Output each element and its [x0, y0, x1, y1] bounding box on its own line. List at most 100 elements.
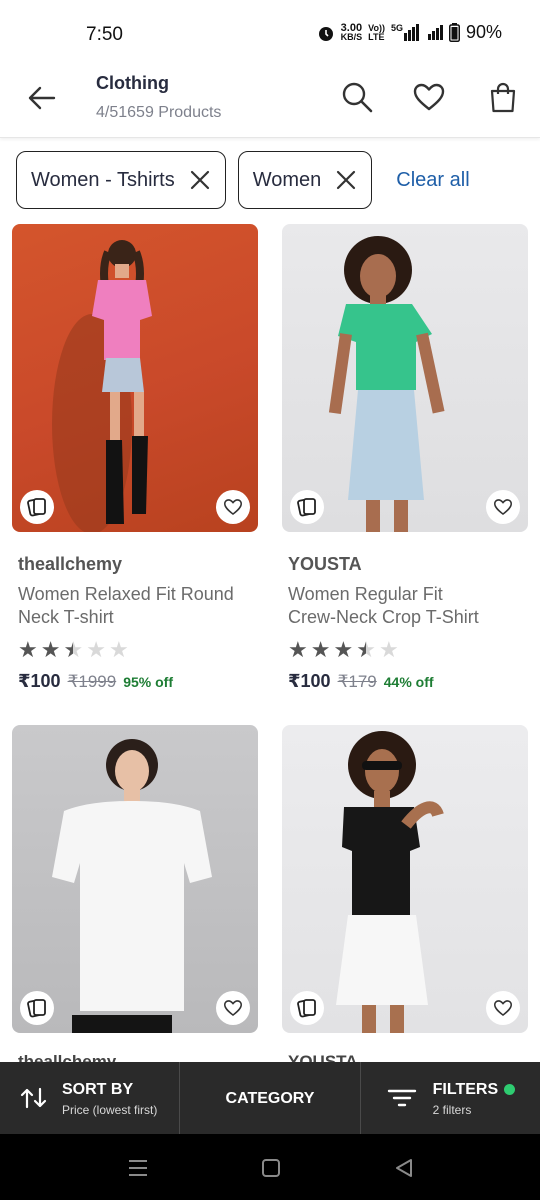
similar-products-button[interactable] — [20, 991, 54, 1025]
status-icons: 3.00 KB/S Vo)) LTE 5G 90% — [317, 22, 502, 43]
clear-all-link[interactable]: Clear all — [396, 169, 469, 192]
star-icon: ★ — [378, 637, 399, 662]
add-to-wishlist-button[interactable] — [486, 991, 520, 1025]
volte-indicator: Vo)) LTE — [368, 23, 385, 42]
similar-cards-icon — [297, 498, 316, 517]
product-image[interactable] — [282, 224, 528, 532]
category-label: CATEGORY — [225, 1090, 315, 1107]
product-photo — [328, 236, 445, 532]
similar-cards-icon — [297, 999, 316, 1018]
speed-unit: KB/S — [340, 31, 363, 42]
status-time: 7:50 — [86, 24, 123, 45]
product-name: Women Regular Fit Crew-Neck Crop T-Shirt — [288, 583, 528, 629]
applied-filters: Women - Tshirts Women Clear all — [16, 150, 540, 210]
sort-filter-bar: SORT BY Price (lowest first) CATEGORY FI… — [0, 1062, 540, 1134]
recents-button[interactable] — [127, 1158, 149, 1183]
original-price: ₹1999 — [67, 672, 117, 691]
network-type: 5G — [390, 23, 403, 33]
sort-title: SORT BY — [62, 1081, 134, 1098]
price-row: ₹100 ₹1999 95% off — [18, 671, 258, 692]
square-icon — [262, 1159, 280, 1177]
similar-products-button[interactable] — [290, 490, 324, 524]
alarm-icon — [318, 26, 333, 41]
star-icon: ★ — [108, 637, 129, 662]
product-rating: ★ ★ ★ ★ ★ — [18, 639, 258, 661]
selling-price: ₹100 — [18, 671, 61, 691]
product-name-line: Women Regular Fit — [288, 584, 443, 604]
filters-title: FILTERS — [432, 1081, 499, 1098]
product-name: Women Relaxed Fit Round Neck T-shirt — [18, 583, 258, 629]
home-button[interactable] — [261, 1158, 281, 1183]
similar-products-button[interactable] — [20, 490, 54, 524]
product-photo — [52, 240, 152, 532]
product-photo — [336, 731, 444, 1033]
product-image[interactable] — [12, 224, 258, 532]
add-to-wishlist-button[interactable] — [486, 490, 520, 524]
battery-icon — [448, 23, 460, 42]
wishlist-heart-icon — [493, 1000, 513, 1017]
selling-price: ₹100 — [288, 671, 331, 691]
volte-bottom: LTE — [368, 31, 385, 42]
add-to-wishlist-button[interactable] — [216, 991, 250, 1025]
product-card[interactable] — [282, 725, 528, 1033]
product-photo — [52, 739, 212, 1033]
sort-arrows-icon — [20, 1087, 47, 1109]
wishlist-heart-icon — [223, 499, 243, 516]
chip-label: Women — [252, 168, 322, 191]
menu-lines-icon — [129, 1160, 147, 1176]
similar-cards-icon — [27, 498, 46, 517]
similar-cards-icon — [27, 999, 46, 1018]
star-icon: ★ — [288, 637, 308, 662]
triangle-back-icon — [396, 1159, 412, 1177]
category-button[interactable]: CATEGORY — [180, 1062, 361, 1134]
filter-chip-women-tshirts[interactable]: Women - Tshirts — [16, 151, 226, 209]
product-card[interactable] — [12, 725, 258, 1033]
page-title: Clothing — [96, 73, 169, 93]
bag-button[interactable] — [486, 80, 520, 114]
star-icon: ★ — [86, 637, 106, 662]
star-icon: ★ — [63, 637, 84, 662]
filter-lines-icon — [387, 1089, 416, 1107]
product-name-line: Neck T-shirt — [18, 607, 114, 627]
battery-level: 90% — [465, 22, 502, 42]
product-brand: theallchemy — [18, 554, 123, 574]
product-name-line: Crew-Neck Crop T-Shirt — [288, 607, 479, 627]
star-icon: ★ — [18, 637, 38, 662]
product-count: 4/51659 Products — [96, 104, 222, 121]
back-nav-button[interactable] — [394, 1157, 414, 1184]
filter-active-dot — [503, 1084, 515, 1095]
signal-icon — [427, 25, 443, 40]
back-button[interactable] — [24, 80, 60, 116]
filters-button[interactable]: FILTERS 2 filters — [361, 1062, 540, 1134]
filters-count: 2 filters — [432, 1103, 472, 1117]
product-rating: ★ ★ ★ ★ ★ — [288, 639, 528, 661]
product-card[interactable]: theallchemy Women Relaxed Fit Round Neck… — [12, 224, 258, 692]
close-icon[interactable] — [335, 169, 357, 191]
back-arrow-icon — [28, 86, 56, 110]
status-bar: 7:50 3.00 KB/S Vo)) LTE 5G 90% — [0, 0, 540, 64]
product-image[interactable] — [12, 725, 258, 1033]
star-icon: ★ — [310, 637, 331, 662]
product-image[interactable] — [282, 725, 528, 1033]
star-icon: ★ — [40, 637, 61, 662]
shopping-bag-icon — [490, 82, 516, 113]
wishlist-button[interactable] — [412, 80, 446, 114]
close-icon[interactable] — [189, 169, 211, 191]
product-brand: YOUSTA — [288, 554, 362, 574]
star-icon: ★ — [333, 637, 354, 662]
add-to-wishlist-button[interactable] — [216, 490, 250, 524]
wishlist-heart-icon — [223, 1000, 243, 1017]
product-name-line: Women Relaxed Fit Round — [18, 584, 234, 604]
product-card[interactable]: YOUSTA Women Regular Fit Crew-Neck Crop … — [282, 224, 528, 692]
app-header: Clothing 4/51659 Products — [0, 64, 540, 138]
discount-label: 95% off — [123, 674, 173, 690]
sort-selected: Price (lowest first) — [62, 1103, 158, 1117]
search-button[interactable] — [340, 80, 374, 114]
filters-text: FILTERS 2 filters — [433, 1081, 498, 1117]
search-icon — [342, 82, 373, 113]
similar-products-button[interactable] — [290, 991, 324, 1025]
wishlist-heart-icon — [413, 83, 445, 111]
sort-button[interactable]: SORT BY Price (lowest first) — [0, 1062, 181, 1134]
wishlist-heart-icon — [493, 499, 513, 516]
filter-chip-women[interactable]: Women — [237, 151, 373, 209]
